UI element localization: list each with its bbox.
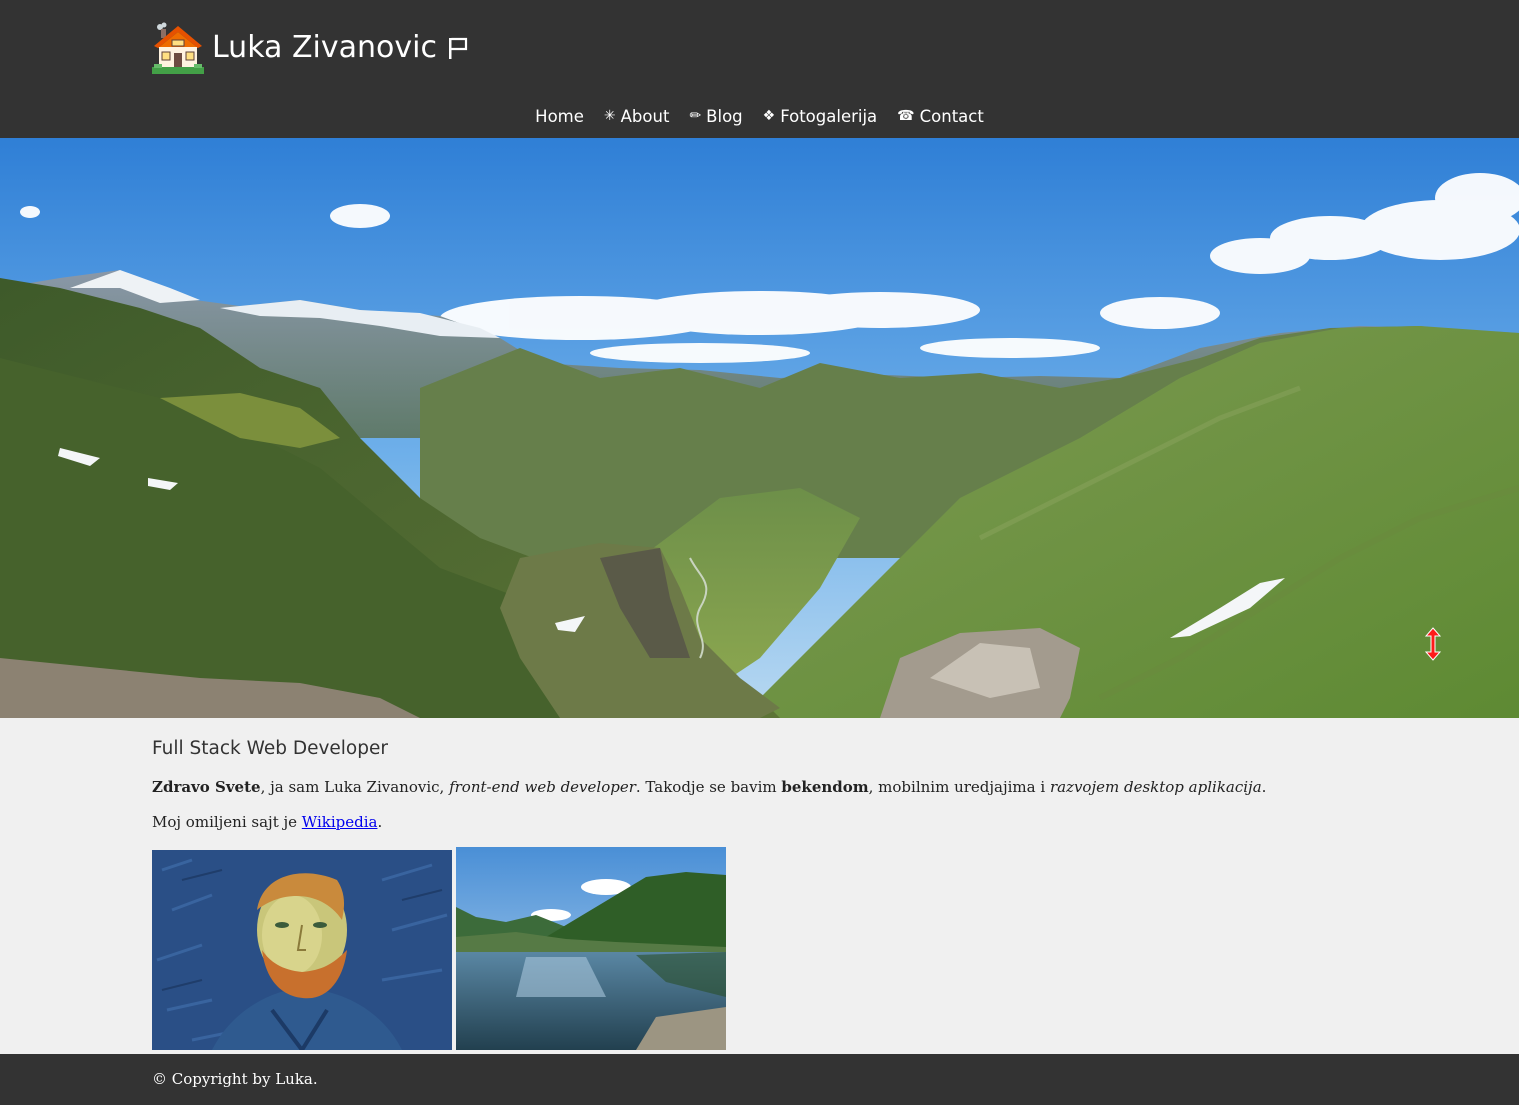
wikipedia-link[interactable]: Wikipedia [302,813,378,831]
intro-paragraph: Zdravo Svete, ja sam Luka Zivanovic, fro… [152,777,1367,797]
nav-item-blog[interactable]: ✏ Blog [679,107,752,126]
asterisk-icon: ✳ [603,108,616,124]
portrait-painting-image[interactable] [152,850,452,1050]
house-icon [152,22,204,74]
copyright-text: © Copyright by Luka. [152,1070,318,1088]
intro-role: front-end web developer [449,778,636,796]
lake-photo-image[interactable] [456,847,726,1050]
favorite-site-paragraph: Moj omiljeni sajt je Wikipedia. [152,812,1367,832]
nav-item-about[interactable]: ✳ About [594,107,680,126]
main-nav: Home ✳ About ✏ Blog ❖ Fotogalerija ☎ Con… [0,102,1519,130]
intro-text-2: . Takodje se bavim [635,778,782,796]
site-footer: © Copyright by Luka. [0,1054,1519,1105]
hero-mountain-image [0,138,1519,718]
telephone-icon: ☎ [897,108,915,124]
nav-item-home[interactable]: Home [525,107,594,126]
site-header: Luka Zivanovic Home ✳ About ✏ Blog ❖ Fot… [0,0,1519,138]
main-content: Full Stack Web Developer Zdravo Svete, j… [152,718,1367,832]
intro-backend: bekendom [781,778,869,796]
intro-desktop: razvojem desktop aplikacija [1049,778,1262,796]
nav-item-contact[interactable]: ☎ Contact [887,107,994,126]
favorite-suffix: . [377,813,383,831]
pencil-icon: ✏ [689,108,702,124]
nav-item-fotogalerija[interactable]: ❖ Fotogalerija [753,107,888,126]
nav-label-blog: Blog [706,106,743,126]
nav-label-contact: Contact [919,106,984,126]
intro-text-4: . [1261,778,1267,796]
resize-cursor-icon [1424,627,1442,661]
site-title: Luka Zivanovic [212,30,437,65]
favorite-prefix: Moj omiljeni sajt je [152,813,302,831]
nav-label-about: About [620,106,670,126]
intro-text-1: , ja sam Luka Zivanovic, [260,778,450,796]
nav-label-fotogalerija: Fotogalerija [780,106,878,126]
intro-text-3: , mobilnim uredjajima i [868,778,1050,796]
nav-label-home: Home [535,106,584,126]
intro-greeting: Zdravo Svete [152,778,261,796]
brand[interactable]: Luka Zivanovic [152,20,469,76]
flag-icon [448,37,468,59]
page-heading: Full Stack Web Developer [152,738,388,759]
diamond-icon: ❖ [762,108,776,124]
